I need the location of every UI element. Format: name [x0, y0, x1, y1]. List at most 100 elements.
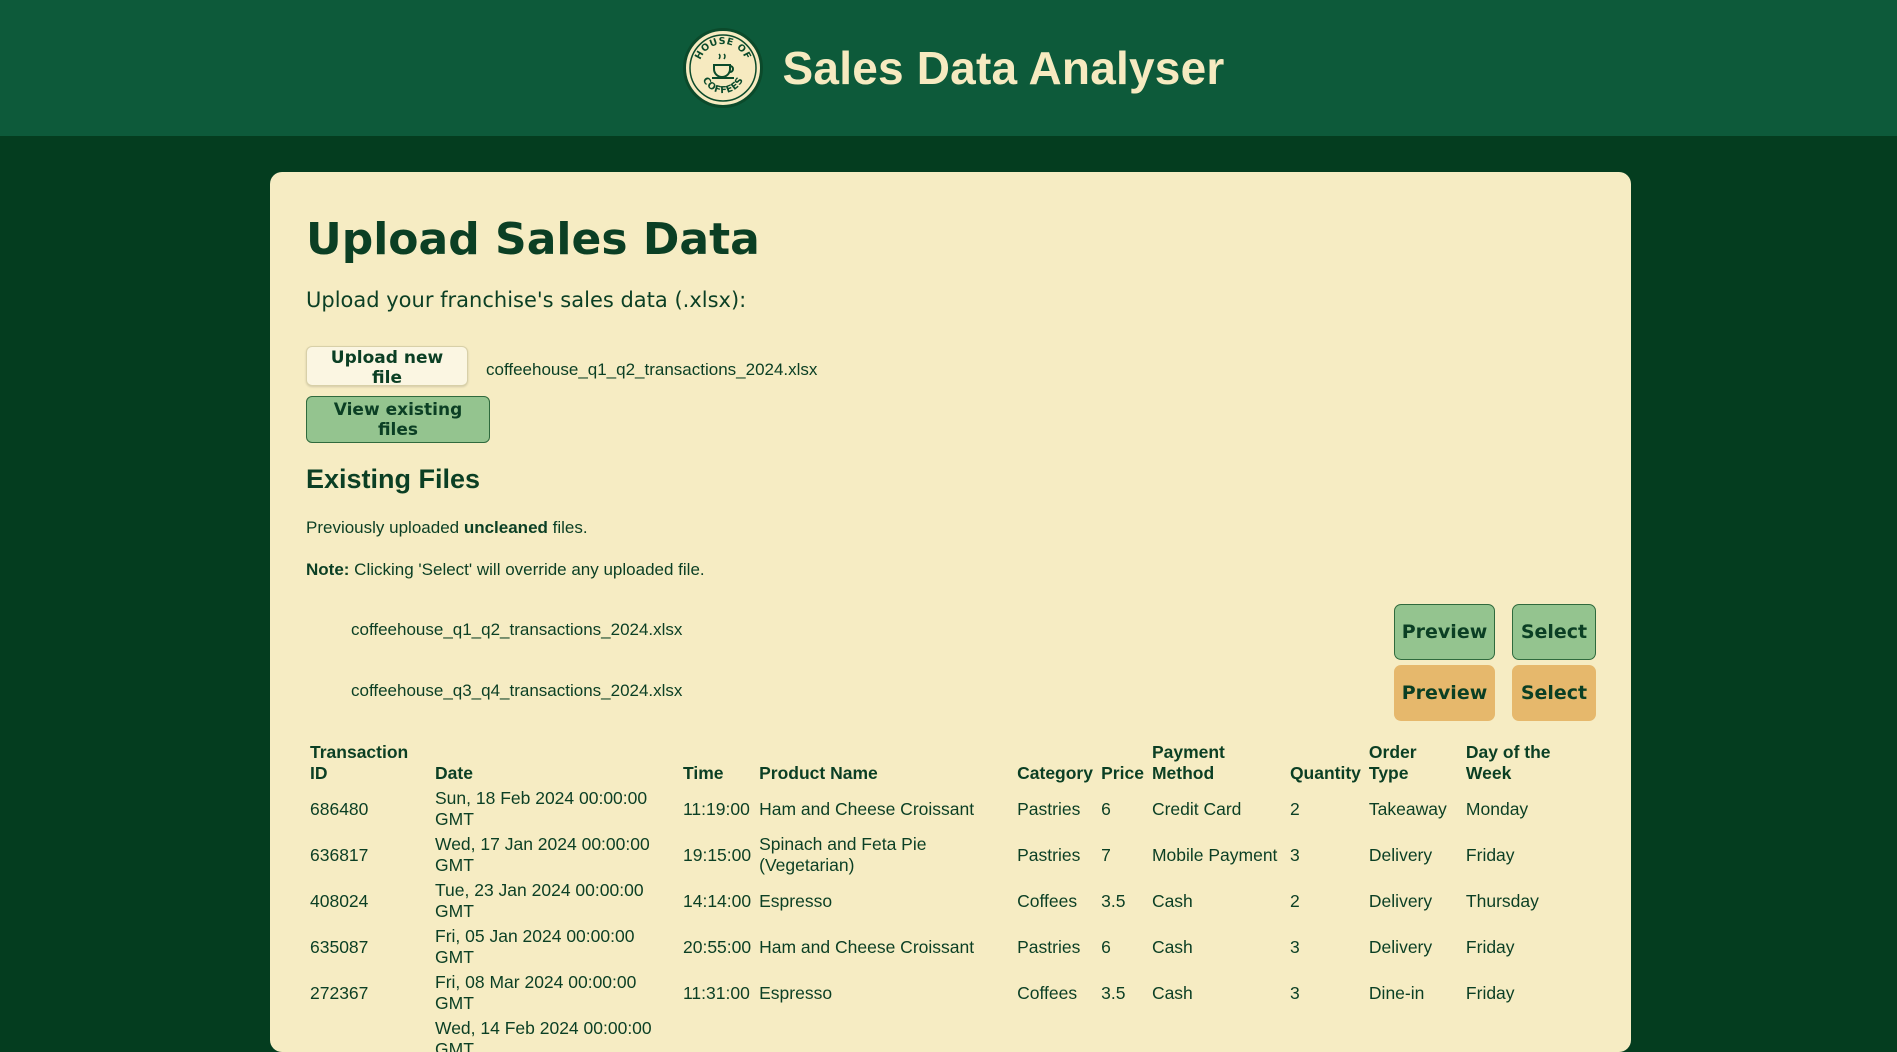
- table-cell: Coffees: [1017, 982, 1078, 1003]
- select-button[interactable]: Select: [1512, 665, 1596, 721]
- table-cell: Friday: [1465, 936, 1515, 957]
- table-header-row: Transaction ID Date Time Product Name Ca…: [306, 738, 1594, 786]
- file-name: coffeehouse_q3_q4_transactions_2024.xlsx: [351, 681, 683, 700]
- table-row: 636817 Wed, 17 Jan 2024 00:00:00 GMT 19:15…: [306, 832, 1594, 878]
- column-header-quantity: Quantity: [1289, 763, 1361, 783]
- preview-button[interactable]: Preview: [1394, 604, 1495, 660]
- table-cell: 6: [1101, 798, 1111, 819]
- column-header-time: Time: [683, 763, 724, 783]
- upload-card: Upload Sales Data Upload your franchise'…: [270, 172, 1631, 1052]
- select-override-note: Note: Clicking 'Select' will override an…: [306, 560, 705, 579]
- table-cell: Wed, 17 Jan 2024 00:00:00 GMT: [435, 834, 650, 875]
- table-cell: Delivery: [1368, 844, 1433, 865]
- table-cell: 3.5: [1101, 890, 1126, 911]
- table-cell: 636817: [310, 844, 369, 865]
- table-cell: [1365, 1016, 1462, 1052]
- table-cell: Dine-in: [1368, 982, 1425, 1003]
- table-cell: Delivery: [1368, 936, 1433, 957]
- table-cell: 14:14:00: [683, 890, 752, 911]
- table-row: 272367 Fri, 08 Mar 2024 00:00:00 GMT 11:31…: [306, 970, 1594, 1016]
- table-cell: Espresso: [759, 982, 833, 1003]
- table-cell: Espresso: [759, 890, 833, 911]
- table-row: 408024 Tue, 23 Jan 2024 00:00:00 GMT 14:14…: [306, 878, 1594, 924]
- brand: HOUSE OF COFFEES Sales Data Analyser: [682, 28, 1225, 108]
- table-cell: [679, 1016, 755, 1052]
- table-cell: Spinach and Feta Pie (Vegetarian): [759, 834, 927, 875]
- table-cell: Delivery: [1368, 890, 1433, 911]
- table-cell: 686480: [310, 798, 369, 819]
- column-header-category: Category: [1017, 763, 1093, 783]
- house-of-coffees-logo: HOUSE OF COFFEES: [682, 28, 763, 108]
- table-cell: 3: [1289, 844, 1300, 865]
- view-existing-files-button[interactable]: View existing files: [306, 396, 490, 443]
- existing-files-title: Existing Files: [306, 464, 481, 494]
- preview-data-table: Transaction ID Date Time Product Name Ca…: [306, 738, 1594, 1052]
- select-button[interactable]: Select: [1512, 604, 1596, 660]
- file-row: coffeehouse_q1_q2_transactions_2024.xlsx…: [306, 604, 1596, 660]
- table-cell: 11:19:00: [683, 798, 750, 819]
- table-cell: Mobile Payment: [1151, 844, 1278, 865]
- upload-new-file-button[interactable]: Upload new file: [306, 346, 468, 388]
- existing-files-description: Previously uploaded uncleaned files.: [306, 518, 588, 537]
- table-cell: 3.5: [1101, 982, 1126, 1003]
- table-cell: Friday: [1465, 982, 1515, 1003]
- file-row: coffeehouse_q3_q4_transactions_2024.xlsx…: [306, 665, 1596, 721]
- table-cell: Monday: [1465, 798, 1529, 819]
- table-body: 686480 Sun, 18 Feb 2024 00:00:00 GMT 11:19…: [306, 786, 1594, 1052]
- table-cell: Pastries: [1017, 844, 1081, 865]
- table-row: Wed, 14 Feb 2024 00:00:00 GMT: [306, 1016, 1594, 1052]
- svg-text:HOUSE OF: HOUSE OF: [693, 36, 753, 62]
- table-cell: 11:31:00: [683, 982, 750, 1003]
- table-cell: Thursday: [1465, 890, 1539, 911]
- table-cell: [755, 1016, 1013, 1052]
- table-cell: Cash: [1151, 890, 1193, 911]
- table-cell: Coffees: [1017, 890, 1078, 911]
- app-header: HOUSE OF COFFEES Sales Data Analyser: [0, 0, 1897, 136]
- table-cell: 7: [1101, 844, 1111, 865]
- table-cell: 635087: [310, 936, 369, 957]
- table-cell: [1097, 1016, 1148, 1052]
- table-cell: 2: [1289, 798, 1300, 819]
- table-row: 635087 Fri, 05 Jan 2024 00:00:00 GMT 20:55…: [306, 924, 1594, 970]
- page-title: Upload Sales Data: [306, 214, 760, 265]
- upload-instructions: Upload your franchise's sales data (.xls…: [306, 288, 747, 312]
- table-cell: Pastries: [1017, 798, 1081, 819]
- table-cell: Ham and Cheese Croissant: [759, 936, 975, 957]
- column-header-price: Price: [1101, 763, 1144, 783]
- table-cell: [1148, 1016, 1286, 1052]
- table-cell: Takeaway: [1368, 798, 1447, 819]
- column-header-order-type: Order Type: [1368, 742, 1417, 783]
- selected-file-name: coffeehouse_q1_q2_transactions_2024.xlsx: [486, 360, 818, 379]
- table-cell: 408024: [310, 890, 369, 911]
- table-cell: 3: [1289, 936, 1300, 957]
- app-title: Sales Data Analyser: [782, 42, 1225, 94]
- column-header-product-name: Product Name: [759, 763, 878, 783]
- table-cell: Cash: [1151, 936, 1193, 957]
- table-cell: 3: [1289, 982, 1300, 1003]
- table-cell: Pastries: [1017, 936, 1081, 957]
- table-cell: 272367: [310, 982, 369, 1003]
- table-cell: Fri, 08 Mar 2024 00:00:00 GMT: [435, 972, 637, 1013]
- table-cell: [306, 1016, 431, 1052]
- table-cell: [1013, 1016, 1097, 1052]
- table-cell: 20:55:00: [683, 936, 752, 957]
- column-header-date: Date: [435, 763, 473, 783]
- table-cell: Friday: [1465, 844, 1515, 865]
- table-cell: Fri, 05 Jan 2024 00:00:00 GMT: [435, 926, 635, 967]
- table-cell: Tue, 23 Jan 2024 00:00:00 GMT: [435, 880, 644, 921]
- coffee-cup-icon: HOUSE OF COFFEES: [688, 34, 757, 102]
- table-cell: [1462, 1016, 1594, 1052]
- table-cell: Cash: [1151, 982, 1193, 1003]
- preview-button[interactable]: Preview: [1394, 665, 1495, 721]
- table-cell: [1286, 1016, 1365, 1052]
- table-cell: 2: [1289, 890, 1300, 911]
- column-header-day-of-week: Day of the Week: [1465, 742, 1551, 783]
- file-name: coffeehouse_q1_q2_transactions_2024.xlsx: [351, 620, 683, 639]
- table-cell: 19:15:00: [683, 844, 752, 865]
- table-cell: Wed, 14 Feb 2024 00:00:00 GMT: [435, 1018, 652, 1052]
- table-cell: Credit Card: [1151, 798, 1242, 819]
- column-header-transaction-id: Transaction ID: [310, 742, 409, 783]
- table-cell: Sun, 18 Feb 2024 00:00:00 GMT: [435, 788, 648, 829]
- table-cell: 6: [1101, 936, 1111, 957]
- table-row: 686480 Sun, 18 Feb 2024 00:00:00 GMT 11:19…: [306, 786, 1594, 832]
